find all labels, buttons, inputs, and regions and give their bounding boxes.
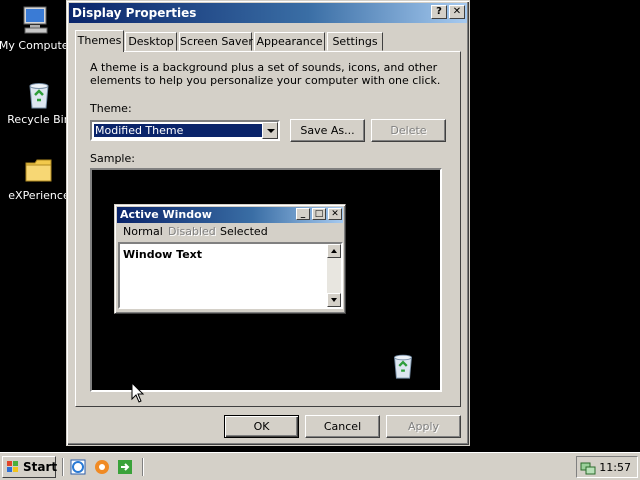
my-computer-icon [23,6,48,34]
sample-window-client: Window Text [118,242,343,309]
sample-menu-normal: Normal [123,225,163,238]
desktop-icon-my-computer[interactable]: My Computer [0,4,76,52]
maximize-icon: □ [312,208,326,220]
theme-sample-preview: Active Window _ □ ✕ Normal Disabled Sele… [90,168,442,392]
start-button[interactable]: Start [2,456,58,478]
show-desktop-icon[interactable] [117,459,133,475]
ok-button[interactable]: OK [224,415,299,438]
tab-settings[interactable]: Settings [327,32,383,51]
desktop-icon-label: My Computer [0,39,74,52]
sample-label: Sample: [90,152,135,165]
quick-launch-separator [142,458,144,476]
start-label: Start [23,460,58,474]
quick-launch-separator [62,458,64,476]
taskbar: Start 11:57 [0,452,640,480]
theme-dropdown[interactable]: Modified Theme [90,120,280,141]
theme-selected-value: Modified Theme [93,123,263,138]
theme-label: Theme: [90,102,132,115]
tab-appearance[interactable]: Appearance [254,32,325,51]
delete-button[interactable]: Delete [371,119,446,142]
dialog-titlebar[interactable]: Display Properties ? ✕ [69,3,467,23]
help-button[interactable]: ? [431,5,447,19]
windows-logo-icon [7,461,18,472]
themes-panel: A theme is a background plus a set of so… [75,51,461,407]
minimize-icon: _ [296,208,310,220]
chevron-down-icon [267,129,275,133]
sample-active-window: Active Window _ □ ✕ Normal Disabled Sele… [114,204,346,314]
folder-icon [25,159,52,182]
internet-explorer-icon[interactable] [70,459,86,475]
apply-button[interactable]: Apply [386,415,461,438]
sample-menu-disabled: Disabled [168,225,216,238]
clock[interactable]: 11:57 [599,461,631,474]
mouse-cursor-icon [131,382,145,403]
sample-window-text: Window Text [123,248,203,261]
close-button[interactable]: ✕ [449,5,465,19]
sample-window-titlebar: Active Window _ □ ✕ [117,207,343,223]
scroll-down-icon [327,293,341,307]
sample-scrollbar [327,244,341,307]
scroll-up-icon [327,244,341,258]
sample-menu-selected: Selected [220,225,268,238]
save-as-button[interactable]: Save As... [290,119,365,142]
recycle-bin-icon [394,354,412,379]
recycle-bin-icon [29,83,49,109]
display-properties-dialog: Display Properties ? ✕ Themes Desktop Sc… [66,0,470,446]
dropdown-button[interactable] [262,122,278,139]
system-tray: 11:57 [576,456,638,478]
tab-desktop[interactable]: Desktop [125,32,177,51]
dialog-title: Display Properties [72,6,197,20]
close-icon: ✕ [328,208,342,220]
themes-description: A theme is a background plus a set of so… [90,61,441,87]
tab-screen-saver[interactable]: Screen Saver [179,32,253,51]
network-icon[interactable] [580,460,596,476]
cancel-button[interactable]: Cancel [305,415,380,438]
tab-themes[interactable]: Themes [75,30,124,52]
media-player-icon[interactable] [94,459,110,475]
sample-window-title: Active Window [120,208,212,221]
